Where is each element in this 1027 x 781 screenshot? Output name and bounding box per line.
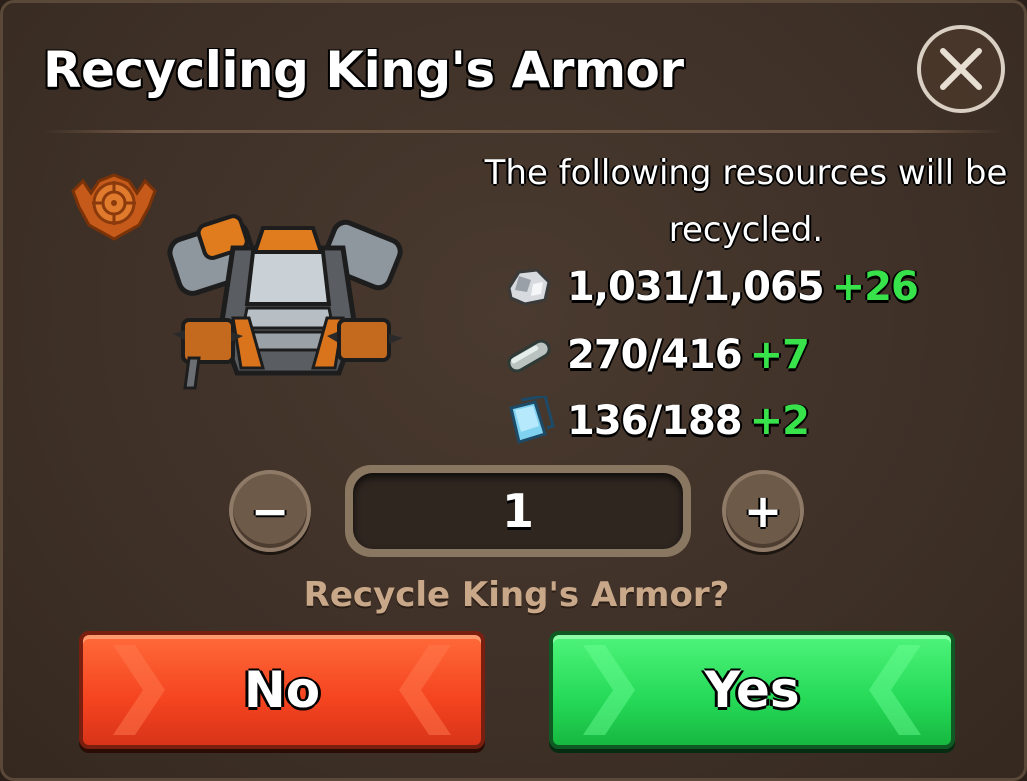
- ingot-amount: 270/416: [567, 332, 743, 378]
- minus-icon: −: [250, 484, 290, 538]
- dialog-title: Recycling King's Armor: [43, 41, 684, 99]
- recycle-dialog: Recycling King's Armor The following res…: [0, 0, 1027, 781]
- resource-row-ingot: 270/416 +7: [501, 325, 810, 385]
- yes-button[interactable]: Yes: [549, 631, 955, 749]
- kings-armor-icon: [167, 214, 403, 390]
- crystal-gain: +2: [749, 398, 810, 444]
- crystal-amount: 136/188: [567, 398, 743, 444]
- recycle-question: Recycle King's Armor?: [303, 575, 730, 615]
- close-icon: [940, 48, 982, 90]
- recycle-info-text: The following resources will be recycled…: [484, 153, 1008, 250]
- resource-row-silver: 1,031/1,065 +26: [501, 257, 919, 317]
- quantity-value: 1: [353, 473, 683, 549]
- yes-button-label: Yes: [704, 661, 800, 719]
- no-button-label: No: [243, 661, 321, 719]
- silver-ore-icon: [507, 268, 551, 306]
- close-button[interactable]: [917, 25, 1005, 113]
- quantity-field[interactable]: 1: [345, 465, 691, 557]
- ingot-gain: +7: [749, 332, 810, 378]
- silver-gain: +26: [831, 264, 919, 310]
- resource-row-crystal: 136/188 +2: [501, 391, 810, 451]
- title-divider: [43, 130, 1005, 133]
- plus-icon: +: [743, 484, 783, 538]
- no-button[interactable]: No: [79, 631, 485, 749]
- decrease-quantity-button[interactable]: −: [229, 470, 311, 552]
- metal-ingot-icon: [507, 339, 551, 373]
- increase-quantity-button[interactable]: +: [722, 470, 804, 552]
- target-crest-icon: [71, 173, 157, 241]
- silver-amount: 1,031/1,065: [567, 264, 825, 310]
- crystal-shard-icon: [509, 396, 555, 444]
